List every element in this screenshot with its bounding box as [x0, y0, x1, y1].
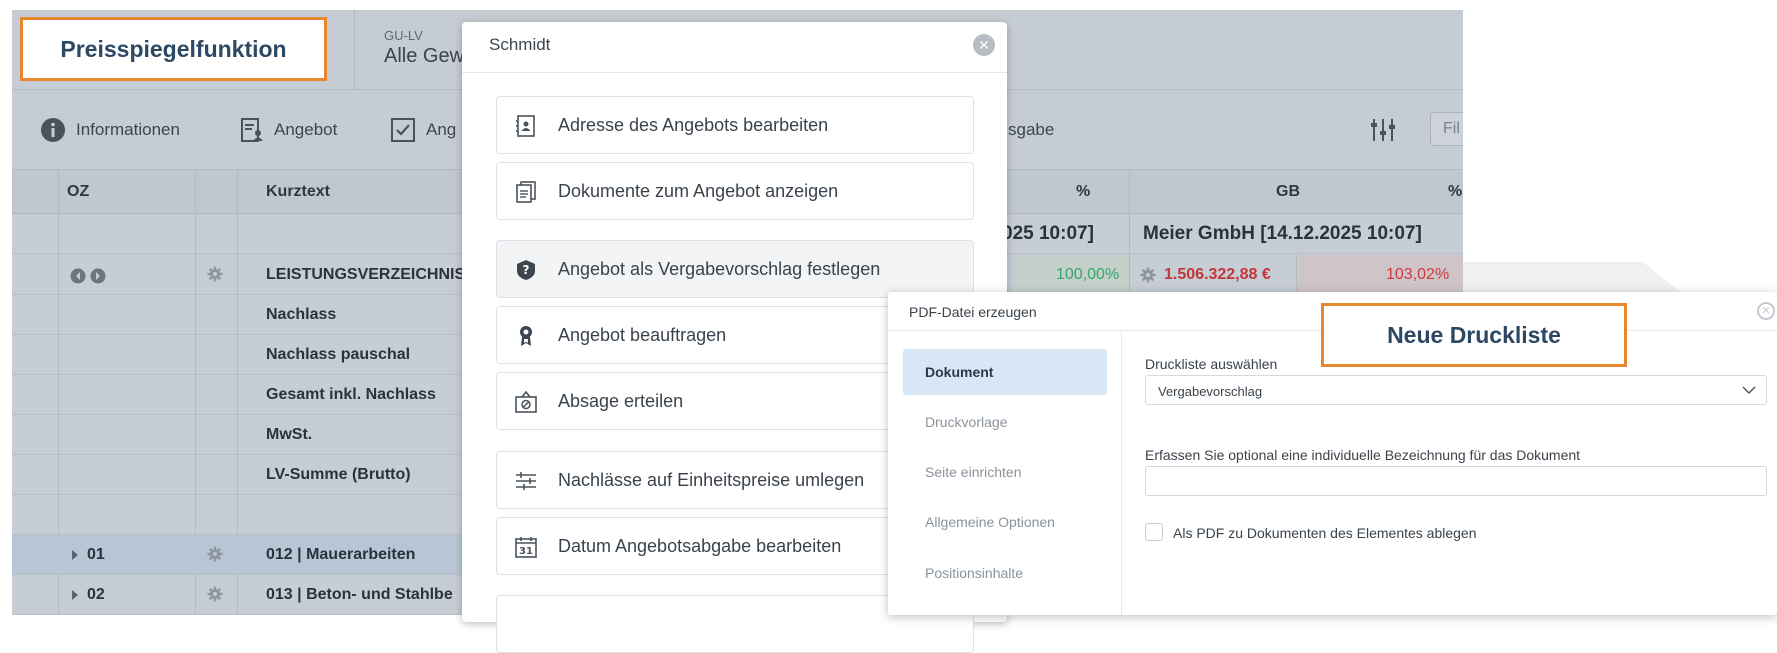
menu-item-label: Angebot beauftragen [558, 324, 727, 345]
col-gb[interactable]: GB [1276, 183, 1300, 201]
gear-icon[interactable] [207, 266, 223, 282]
row-kurztext: 013 | Beton- und Stahlbe [266, 586, 453, 603]
pdf-ablegen-checkbox[interactable] [1145, 523, 1163, 541]
nav-next-icon[interactable] [90, 268, 106, 284]
filter-input[interactable]: Fil [1430, 112, 1463, 146]
nav-positionsinhalte[interactable]: Positionsinhalte [903, 550, 1107, 596]
gear-icon[interactable] [1140, 267, 1156, 283]
bidder-meier: Meier GmbH [14.12.2025 10:07] [1143, 223, 1422, 244]
nav-dokument[interactable]: Dokument [903, 349, 1107, 395]
col-oz[interactable]: OZ [67, 183, 89, 201]
gear-icon[interactable] [207, 546, 223, 562]
informationen-label: Informationen [76, 120, 180, 139]
informationen-button[interactable]: Informationen [40, 115, 180, 145]
row-kurztext: Gesamt inkl. Nachlass [266, 386, 436, 403]
col-pct1[interactable]: % [1076, 183, 1090, 201]
info-icon [41, 118, 65, 142]
svg-text:31: 31 [519, 546, 533, 557]
angebot-label: Angebot [274, 120, 338, 139]
bezeichnung-label: Erfassen Sie optional eine individuelle … [1145, 447, 1581, 463]
gu-lv-label: GU-LV [384, 28, 423, 43]
row-oz: 01 [87, 546, 105, 563]
ang-label: Ang [426, 120, 457, 139]
cancel-sign-icon [515, 391, 537, 413]
bidder-schmidt: 025 10:07] [1002, 223, 1094, 244]
menu-item-label: Datum Angebotsabgabe bearbeiten [558, 535, 842, 556]
druckliste-label: Druckliste auswählen [1145, 356, 1278, 372]
col-pct2[interactable]: % [1448, 183, 1462, 201]
gear-icon[interactable] [207, 586, 223, 602]
pdf-dialog-title: PDF-Datei erzeugen [909, 304, 1037, 320]
row-kurztext: 012 | Mauerarbeiten [266, 546, 416, 563]
header-divider [354, 10, 355, 90]
address-card-icon [516, 115, 535, 137]
menu-item-dokumente[interactable]: Dokumente zum Angebot anzeigen [496, 162, 974, 220]
award-ribbon-icon [520, 326, 532, 346]
bezeichnung-input[interactable] [1145, 466, 1767, 496]
menu-title: Schmidt [489, 35, 551, 54]
callout-preisspiegelfunktion: Preisspiegelfunktion [20, 17, 327, 81]
sgabe-label: sgabe [1008, 120, 1055, 139]
document-person-icon [241, 118, 263, 142]
expand-icon[interactable] [72, 590, 78, 600]
sliders-icon [1371, 119, 1395, 141]
calendar-icon: 31 [515, 537, 537, 558]
close-icon[interactable]: ✕ [1757, 302, 1775, 320]
pdf-ablegen-label: Als PDF zu Dokumenten des Elementes able… [1173, 525, 1477, 541]
row-kurztext: LEISTUNGSVERZEICHNIS [266, 266, 466, 283]
menu-item-vergabevorschlag[interactable]: ? Angebot als Vergabevorschlag festlegen [496, 240, 974, 298]
druckliste-select[interactable]: Vergabevorschlag [1145, 375, 1767, 405]
distribute-lines-icon [516, 472, 536, 490]
column-settings-button[interactable] [1369, 115, 1407, 145]
svg-text:?: ? [523, 263, 530, 277]
menu-item-label: Dokumente zum Angebot anzeigen [558, 180, 839, 201]
gu-lv-selector[interactable]: Alle Gew [384, 45, 464, 68]
druckliste-value: Vergabevorschlag [1158, 384, 1263, 399]
documents-icon [516, 181, 536, 203]
row-oz: 02 [87, 586, 105, 603]
row-pct1: 100,00% [1056, 266, 1120, 283]
menu-item-label: Absage erteilen [558, 390, 684, 411]
callout-neue-druckliste: Neue Druckliste [1321, 303, 1627, 367]
close-icon[interactable]: ✕ [973, 34, 995, 56]
expand-icon[interactable] [72, 550, 78, 560]
nav-druckvorlage[interactable]: Druckvorlage [903, 399, 1107, 445]
col-kurztext[interactable]: Kurztext [266, 183, 330, 201]
nav-allgemeine-optionen[interactable]: Allgemeine Optionen [903, 499, 1107, 545]
checkbox-icon [391, 118, 415, 142]
row-kurztext: Nachlass pauschal [266, 346, 411, 363]
row-kurztext: MwSt. [266, 426, 313, 443]
menu-divider [462, 72, 1007, 73]
nav-prev-icon[interactable] [70, 268, 86, 284]
row-pct2: 103,02% [1386, 266, 1450, 283]
row-kurztext: Nachlass [266, 306, 337, 323]
menu-item-label: Adresse des Angebots bearbeiten [558, 114, 829, 135]
row-gb: 1.506.322,88 € [1164, 266, 1271, 283]
angebot-check-button[interactable]: Ang [390, 115, 456, 145]
menu-item-label: Angebot als Vergabevorschlag festlegen [558, 258, 881, 279]
angebotsabgabe-button[interactable]: sgabe [1008, 115, 1054, 145]
chevron-down-icon [1742, 386, 1756, 394]
nav-seite-einrichten[interactable]: Seite einrichten [903, 449, 1107, 495]
menu-item-adresse[interactable]: Adresse des Angebots bearbeiten [496, 96, 974, 154]
menu-item-label: Nachlässe auf Einheitspreise umlegen [558, 469, 865, 490]
question-badge-icon: ? [517, 260, 535, 280]
angebot-button[interactable]: Angebot [240, 115, 337, 145]
dialog-divider [1121, 331, 1122, 615]
row-kurztext: LV-Summe (Brutto) [266, 466, 411, 483]
